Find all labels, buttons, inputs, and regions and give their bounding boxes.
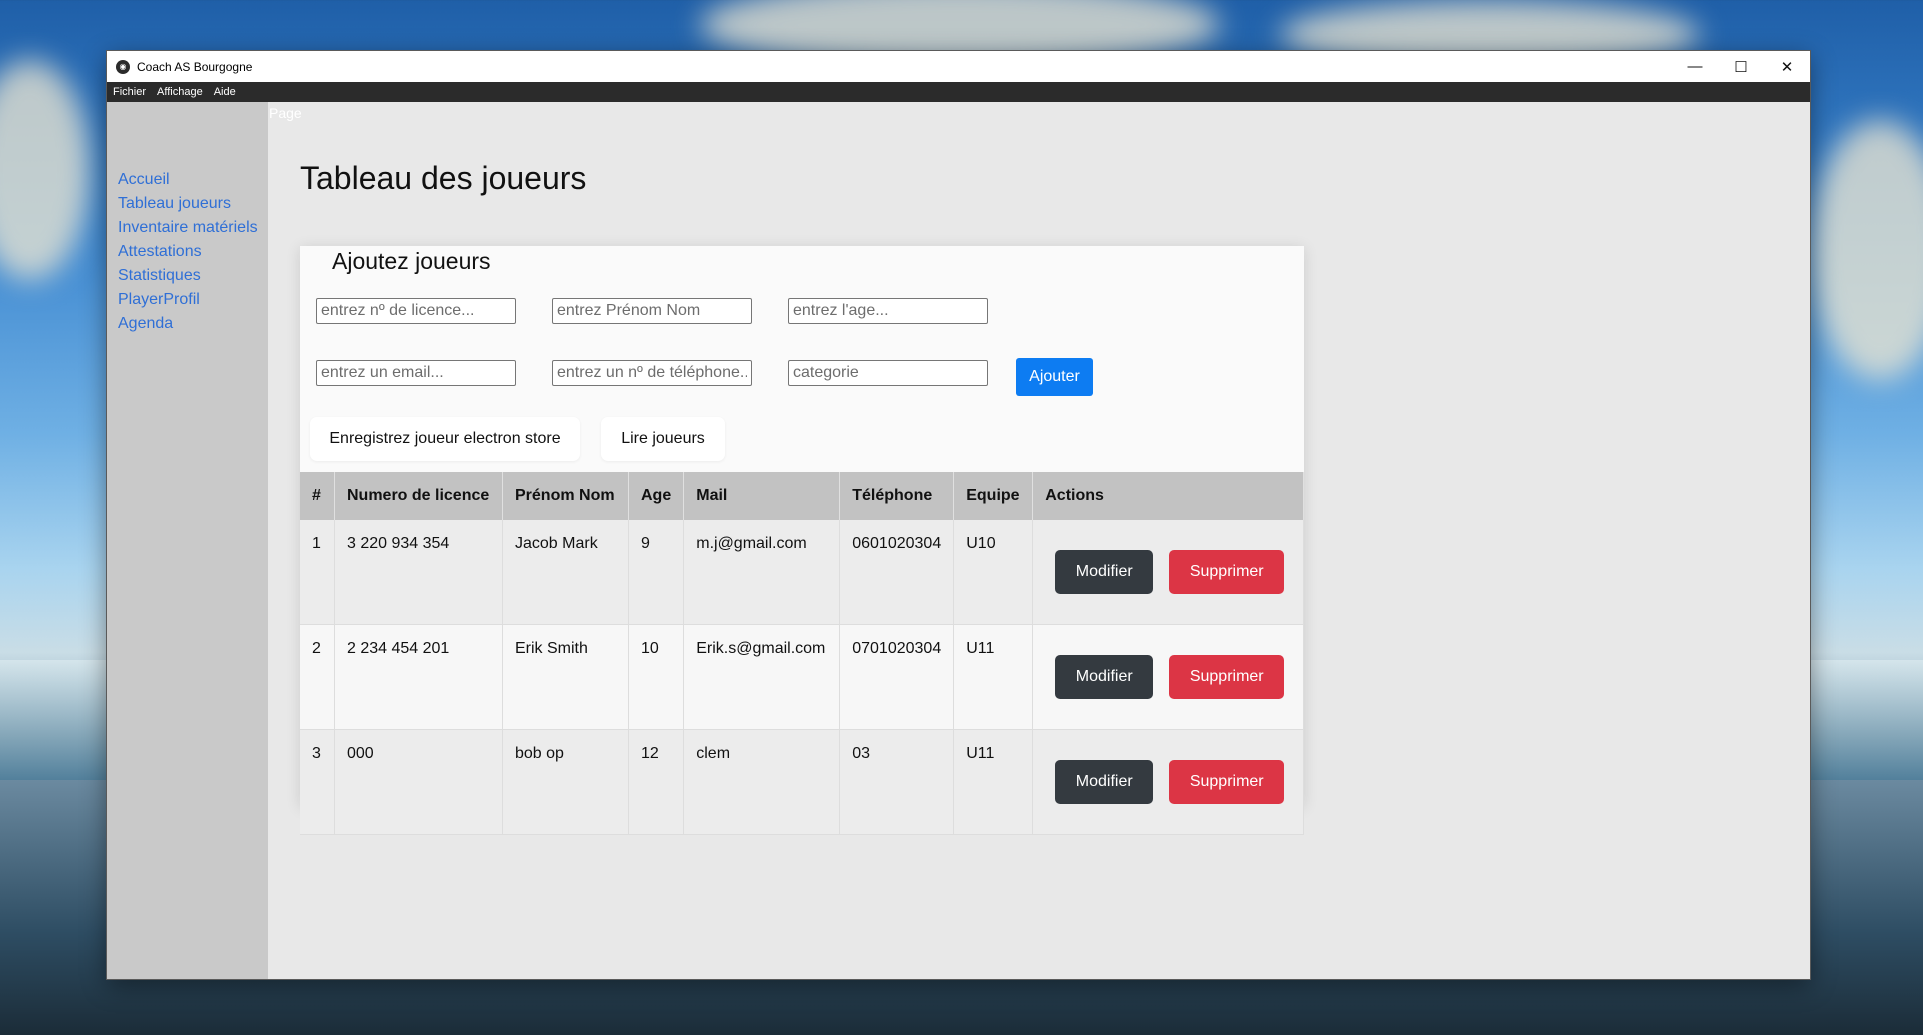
table-row: 2 2 234 454 201 Erik Smith 10 Erik.s@gma…: [300, 624, 1304, 730]
cell-phone: 0601020304: [839, 520, 955, 625]
sidebar-item-statistiques[interactable]: Statistiques: [118, 264, 258, 288]
cell-team: U10: [953, 520, 1034, 625]
minimize-button[interactable]: —: [1672, 51, 1718, 82]
category-input[interactable]: [788, 360, 988, 386]
header-age[interactable]: Age: [628, 472, 685, 520]
header-actions[interactable]: Actions: [1032, 472, 1304, 520]
edit-button[interactable]: Modifier: [1055, 760, 1154, 804]
header-mail[interactable]: Mail: [683, 472, 841, 520]
email-input[interactable]: [316, 360, 516, 386]
app-window: ◉ Coach AS Bourgogne — ☐ ✕ Fichier Affic…: [107, 51, 1810, 979]
sidebar: Accueil Tableau joueurs Inventaire matér…: [107, 102, 268, 979]
cell-licence: 3 220 934 354: [334, 520, 503, 625]
header-licence[interactable]: Numero de licence: [334, 472, 503, 520]
add-player-button[interactable]: Ajouter: [1016, 358, 1093, 396]
cell-team: U11: [953, 624, 1034, 730]
cell-mail: m.j@gmail.com: [683, 520, 841, 625]
menu-bar: Fichier Affichage Aide: [107, 82, 1810, 102]
read-players-button[interactable]: Lire joueurs: [601, 417, 725, 461]
cell-number: 1: [300, 520, 335, 625]
licence-input[interactable]: [316, 298, 516, 324]
maximize-button[interactable]: ☐: [1718, 51, 1764, 82]
table-header-row: # Numero de licence Prénom Nom Age Mail …: [300, 472, 1304, 520]
page-title: Tableau des joueurs: [300, 160, 587, 196]
menu-affichage[interactable]: Affichage: [157, 86, 203, 98]
delete-button[interactable]: Supprimer: [1169, 655, 1285, 699]
header-number[interactable]: #: [300, 472, 335, 520]
sidebar-item-accueil[interactable]: Accueil: [118, 168, 258, 192]
cell-team: U11: [953, 729, 1034, 835]
sidebar-item-inventaire-materiels[interactable]: Inventaire matériels: [118, 216, 258, 240]
cell-age: 9: [628, 520, 685, 625]
cell-phone: 0701020304: [839, 624, 955, 730]
window-title: Coach AS Bourgogne: [137, 59, 253, 74]
age-input[interactable]: [788, 298, 988, 324]
menu-aide[interactable]: Aide: [214, 86, 236, 98]
title-bar[interactable]: ◉ Coach AS Bourgogne — ☐ ✕: [107, 51, 1810, 82]
phone-input[interactable]: [552, 360, 752, 386]
sidebar-item-playerprofil[interactable]: PlayerProfil: [118, 288, 258, 312]
close-button[interactable]: ✕: [1764, 51, 1810, 82]
cell-number: 3: [300, 729, 335, 835]
app-logo-icon: ◉: [116, 59, 130, 74]
delete-button[interactable]: Supprimer: [1169, 550, 1285, 594]
edit-button[interactable]: Modifier: [1055, 655, 1154, 699]
name-input[interactable]: [552, 298, 752, 324]
sidebar-item-tableau-joueurs[interactable]: Tableau joueurs: [118, 192, 258, 216]
cell-mail: clem: [683, 729, 841, 835]
cell-actions: Modifier Supprimer: [1032, 520, 1304, 625]
sidebar-item-agenda[interactable]: Agenda: [118, 312, 258, 336]
page-label: Page: [269, 105, 302, 121]
header-phone[interactable]: Téléphone: [839, 472, 955, 520]
table-row: 1 3 220 934 354 Jacob Mark 9 m.j@gmail.c…: [300, 520, 1304, 625]
delete-button[interactable]: Supprimer: [1169, 760, 1285, 804]
cell-licence: 000: [334, 729, 503, 835]
save-electron-store-button[interactable]: Enregistrez joueur electron store: [310, 417, 580, 461]
menu-fichier[interactable]: Fichier: [113, 86, 146, 98]
edit-button[interactable]: Modifier: [1055, 550, 1154, 594]
cell-name: Jacob Mark: [502, 520, 629, 625]
cell-mail: Erik.s@gmail.com: [683, 624, 841, 730]
header-name[interactable]: Prénom Nom: [502, 472, 629, 520]
players-table: # Numero de licence Prénom Nom Age Mail …: [300, 472, 1304, 835]
cell-name: Erik Smith: [502, 624, 629, 730]
cell-actions: Modifier Supprimer: [1032, 624, 1304, 730]
cell-actions: Modifier Supprimer: [1032, 729, 1304, 835]
header-team[interactable]: Equipe: [953, 472, 1034, 520]
cell-phone: 03: [839, 729, 955, 835]
window-controls: — ☐ ✕: [1672, 51, 1810, 82]
main-content: Page Tableau des joueurs Ajoutez joueurs…: [268, 102, 1810, 979]
sidebar-nav: Accueil Tableau joueurs Inventaire matér…: [118, 168, 258, 336]
cell-licence: 2 234 454 201: [334, 624, 503, 730]
cell-age: 10: [628, 624, 685, 730]
players-card: Ajoutez joueurs Ajouter Enregistrez joue…: [300, 246, 1304, 835]
sidebar-item-attestations[interactable]: Attestations: [118, 240, 258, 264]
cell-name: bob op: [502, 729, 629, 835]
table-row: 3 000 bob op 12 clem 03 U11 Modifier Supp…: [300, 729, 1304, 835]
cell-number: 2: [300, 624, 335, 730]
form-title: Ajoutez joueurs: [332, 248, 491, 274]
cell-age: 12: [628, 729, 685, 835]
